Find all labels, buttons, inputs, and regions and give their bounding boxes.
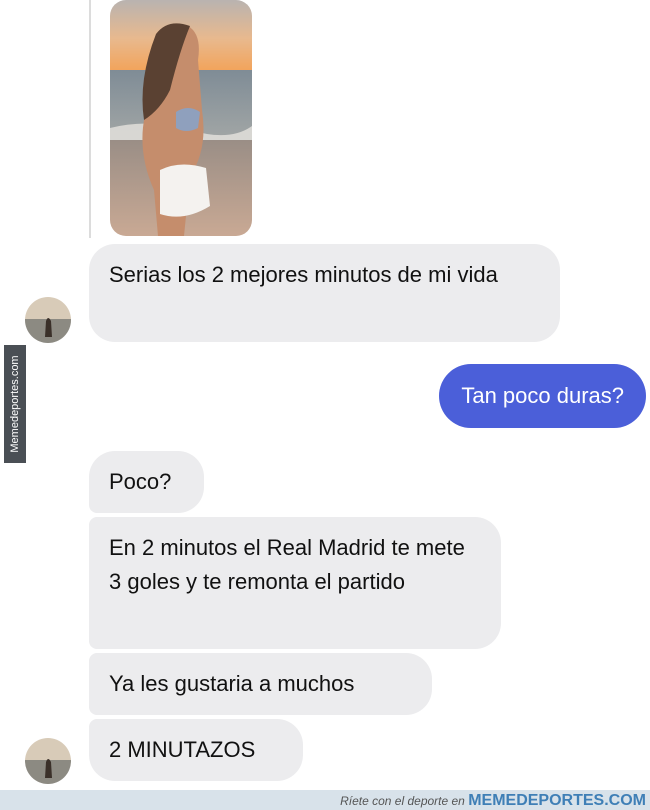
shared-photo[interactable] [110, 0, 252, 236]
received-message-bubble[interactable]: Serias los 2 mejores minutos de mi vida [89, 244, 560, 342]
received-message-bubble[interactable]: 2 MINUTAZOS [89, 719, 303, 781]
reply-thread-line [89, 0, 91, 238]
side-watermark: Memedeportes.com [4, 345, 26, 463]
received-message-bubble[interactable]: Poco? [89, 451, 204, 513]
received-message-bubble[interactable]: En 2 minutos el Real Madrid te mete 3 go… [89, 517, 501, 649]
sent-message-bubble[interactable]: Tan poco duras? [439, 364, 646, 428]
footer-watermark-bar: Ríete con el deporte en MEMEDEPORTES.COM [0, 790, 650, 810]
received-message-bubble[interactable]: Ya les gustaria a muchos [89, 653, 432, 715]
footer-prefix: Ríete con el deporte en [340, 794, 465, 808]
side-watermark-text: Memedeportes.com [9, 355, 21, 453]
footer-brand: MEMEDEPORTES.COM [468, 792, 646, 809]
contact-avatar[interactable] [25, 738, 71, 784]
avatar-image [25, 738, 71, 784]
beach-photo-image [110, 0, 252, 236]
footer-watermark: Ríete con el deporte en MEMEDEPORTES.COM [340, 792, 646, 810]
avatar-image [25, 297, 71, 343]
contact-avatar[interactable] [25, 297, 71, 343]
